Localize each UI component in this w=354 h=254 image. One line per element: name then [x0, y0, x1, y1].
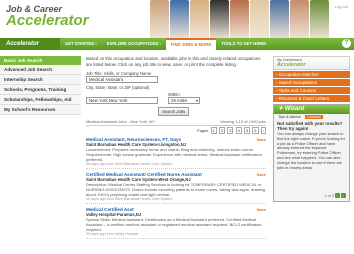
- tab-caution[interactable]: Caution!: [304, 115, 324, 119]
- dashboard-item-label: Occupation Matches: [278, 72, 319, 77]
- prev-arrow-icon[interactable]: ‹: [335, 193, 340, 198]
- search-jobs-button[interactable]: Search Jobs: [158, 107, 190, 116]
- within-select[interactable]: 25 miles ▾: [168, 97, 200, 104]
- main-nav: Accelerator GET STARTED › EXPLORE OCCUPA…: [0, 38, 354, 50]
- job-listing: Certified Medical Assistant/ Certified N…: [86, 172, 266, 204]
- job-age: 36 days ago from Saint Barnabas Health C…: [86, 197, 173, 201]
- dashboard-item-label: Tasks and Courses: [278, 88, 316, 93]
- header-photo: [210, 0, 229, 40]
- wizard-title: ✦ Wizard: [274, 105, 349, 114]
- wizard-title-text: Wizard: [284, 106, 305, 112]
- header-photo-strip: [150, 0, 330, 40]
- search-intro: Based on this occupation and location, a…: [86, 56, 261, 67]
- header-photo: [150, 0, 169, 40]
- nav-find-jobs[interactable]: FIND JOBS & MORE: [165, 38, 217, 50]
- job-description: Special Skills: Medical Assistant: Certi…: [86, 217, 262, 232]
- header-photo: [170, 0, 189, 40]
- header-photo: [230, 0, 249, 40]
- pagination: Pages 1 2 3 4 5 6 ›: [86, 127, 266, 134]
- header-photo: [250, 0, 269, 40]
- page-link[interactable]: 6: [252, 127, 259, 134]
- sidebar-item-basic-job-search[interactable]: Basic Job Search: [0, 56, 81, 65]
- wizard-body: You can always change your search to fin…: [277, 131, 345, 170]
- nav-get-started[interactable]: GET STARTED ›: [60, 38, 102, 50]
- dashboard-header[interactable]: My Dashboard Accelerator: [273, 56, 350, 70]
- page-link[interactable]: 5: [243, 127, 251, 134]
- right-sidebar: My Dashboard Accelerator › Occupation Ma…: [273, 56, 350, 202]
- results-header: Medical Assistant Jobs - New York, NY Vi…: [86, 119, 266, 126]
- header-photo: [190, 0, 209, 40]
- page-link[interactable]: 3: [227, 127, 234, 134]
- dashboard-occupation-matches[interactable]: › Occupation Matches: [273, 71, 350, 78]
- job-description: Lancelot/med: Prepares necessary forms a…: [86, 147, 262, 162]
- wizard-tabs: Tips & Advice Caution!: [276, 115, 347, 119]
- job-age: 39 days ago from Valley Hospital: [86, 232, 139, 236]
- logo-line2: Accelerator: [6, 12, 89, 29]
- pages-label: Pages: [197, 128, 209, 133]
- page-link[interactable]: 1: [210, 127, 217, 134]
- page-link[interactable]: 2: [218, 127, 226, 134]
- job-description: Description: Medical Center Staffing Ser…: [86, 182, 266, 197]
- header-photo: [290, 0, 309, 40]
- wizard-page-count: 1 of 3: [324, 193, 335, 198]
- dashboard-saved-occupations[interactable]: › Saved Occupations: [273, 79, 350, 86]
- job-listing: Medical Assistant, Neurosciences, FT, Da…: [86, 137, 266, 169]
- dashboard-resumes[interactable]: › Resumes & Cover Letters: [273, 95, 350, 102]
- nav-brand[interactable]: Accelerator: [0, 38, 60, 50]
- sidebar-item-internship-search[interactable]: Internship Search: [0, 75, 81, 85]
- job-age: 36 days ago from Saint Barnabas Health C…: [86, 162, 173, 166]
- logout-link[interactable]: Log out: [335, 4, 348, 9]
- job-title-label: Job Title, Skills, or Company Name: [86, 71, 152, 76]
- dashboard-tasks-courses[interactable]: › Tasks and Courses: [273, 87, 350, 94]
- header-photo: [270, 0, 289, 40]
- dashboard-item-label: Resumes & Cover Letters: [278, 96, 329, 101]
- within-value: 25 miles: [171, 98, 188, 103]
- wizard-panel: ✦ Wizard Tips & Advice Caution! Not sati…: [273, 104, 350, 202]
- sidebar-item-schools-programs[interactable]: Schools, Programs, Training: [0, 85, 81, 95]
- save-job-button[interactable]: Save: [257, 172, 266, 177]
- nav-tools-to-get-hired[interactable]: TOOLS TO GET HIRED: [216, 38, 271, 50]
- next-page-link[interactable]: ›: [260, 127, 266, 134]
- tab-tips-advice[interactable]: Tips & Advice: [276, 115, 303, 119]
- job-search-main: Based on this occupation and location, a…: [86, 56, 266, 239]
- help-icon[interactable]: ?: [342, 39, 351, 48]
- location-input[interactable]: New York,New York: [86, 97, 158, 104]
- job-title-input[interactable]: Medical Assistant: [86, 76, 158, 83]
- next-arrow-icon[interactable]: ›: [341, 193, 346, 198]
- sidebar-item-school-resources[interactable]: My School's Resources: [0, 105, 81, 115]
- dashboard-item-label: Saved Occupations: [278, 80, 317, 85]
- results-count: Viewing 1-10 of 1000 jobs: [220, 119, 266, 124]
- save-job-button[interactable]: Save: [257, 207, 266, 212]
- dashboard-brand: Accelerator: [277, 62, 306, 68]
- page-link[interactable]: 4: [235, 127, 242, 134]
- sidebar-item-advanced-job-search[interactable]: Advanced Job Search: [0, 65, 81, 75]
- job-listing: Medical Certified Asst Save Valley Hospi…: [86, 207, 266, 239]
- sidebar-item-scholarships[interactable]: Scholarships, Fellowships, Aid: [0, 95, 81, 105]
- nav-explore-occupations[interactable]: EXPLORE OCCUPATIONS ›: [102, 38, 166, 50]
- chevron-down-icon: ▾: [195, 98, 198, 103]
- header-photo: [310, 0, 329, 40]
- wizard-pager: 1 of 3 ‹ ›: [324, 193, 346, 198]
- site-logo[interactable]: Job & Career Accelerator: [6, 4, 89, 28]
- save-job-button[interactable]: Save: [257, 137, 266, 142]
- left-sidebar: Basic Job Search Advanced Job Search Int…: [0, 56, 81, 115]
- results-summary: Medical Assistant Jobs - New York, NY: [86, 119, 155, 124]
